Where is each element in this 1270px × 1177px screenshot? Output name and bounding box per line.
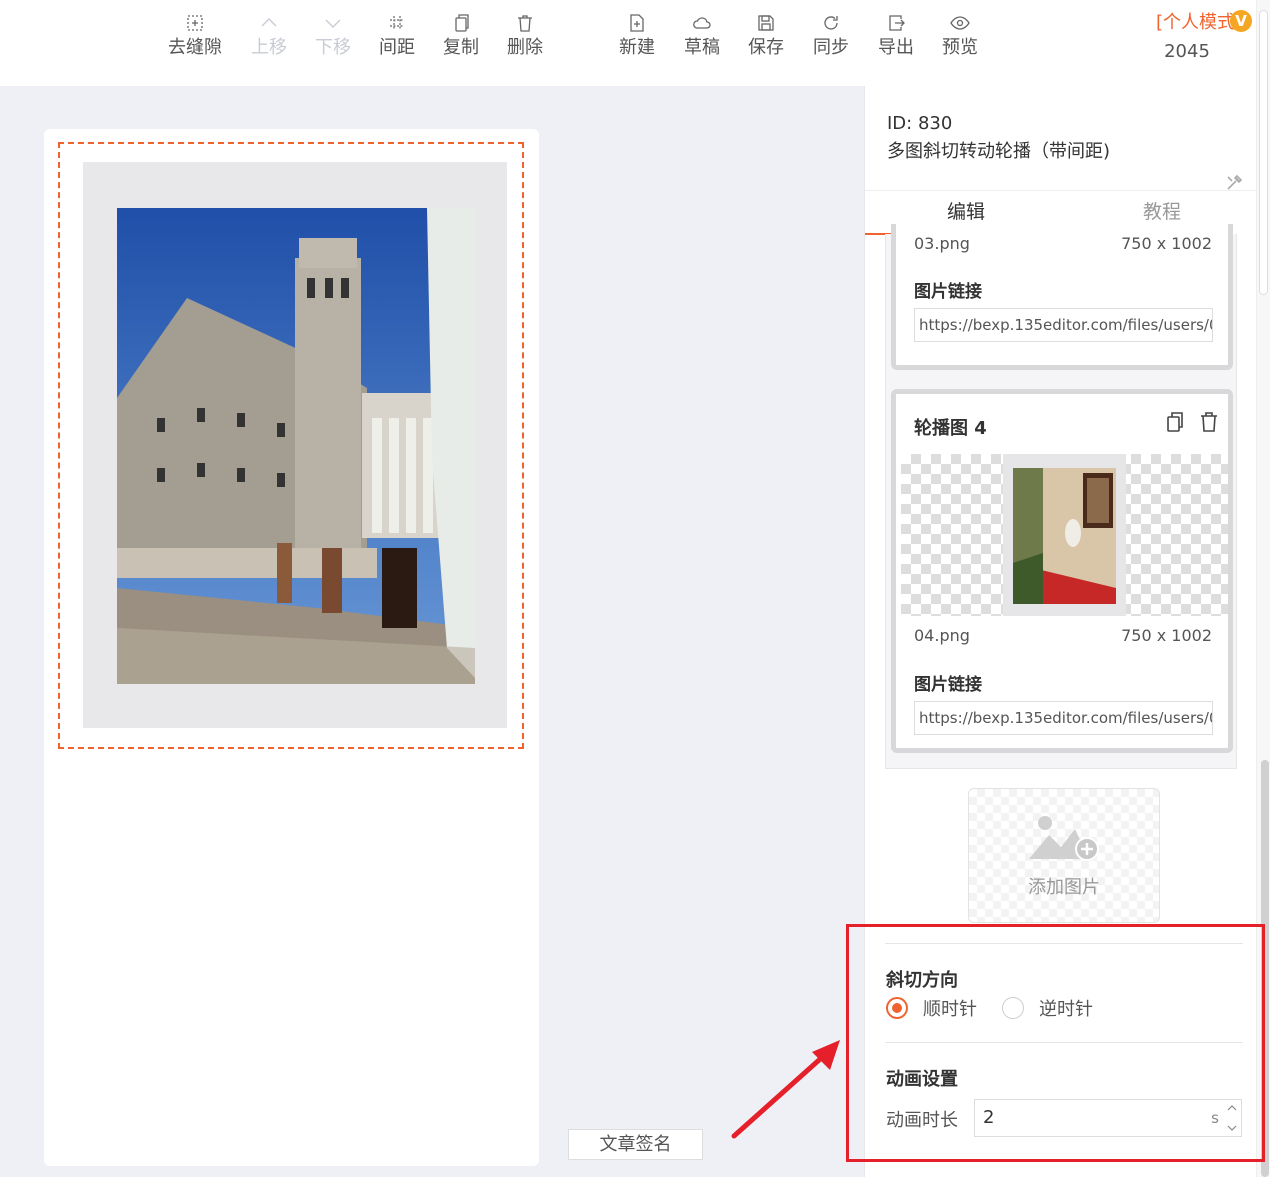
copy-icon	[455, 14, 469, 32]
annotation-highlight-box	[846, 924, 1265, 1162]
draft-button[interactable]: 草稿	[670, 10, 734, 70]
sync-label: 同步	[813, 37, 849, 58]
personal-mode-label: [个人模式]	[1155, 12, 1242, 33]
card-4-title: 轮播图 4	[914, 418, 987, 439]
eye-icon	[950, 16, 970, 30]
card-4-size: 750 x 1002	[1121, 626, 1212, 645]
move-down-button[interactable]: 下移	[301, 10, 365, 70]
usage-count: 2045	[1164, 41, 1210, 62]
export-button[interactable]: 导出	[864, 10, 928, 70]
refresh-icon	[824, 16, 838, 30]
card-3-filename: 03.png	[914, 234, 970, 253]
trash-icon	[518, 15, 532, 32]
delete-label: 删除	[507, 37, 543, 58]
dotted-square-icon	[187, 15, 203, 31]
move-up-button[interactable]: 上移	[237, 10, 301, 70]
copy-label: 复制	[443, 37, 479, 58]
new-button[interactable]: 新建	[605, 10, 669, 70]
export-icon	[889, 15, 905, 31]
card-4-thumbnail-image	[1013, 468, 1116, 604]
chevron-up-icon	[261, 18, 277, 27]
export-label: 导出	[878, 37, 914, 58]
card-3-link-input[interactable]: https://bexp.135editor.com/files/users/0…	[914, 308, 1213, 342]
personal-mode-switch[interactable]: [个人模式] V 2045	[1132, 10, 1252, 64]
delete-button[interactable]: 删除	[493, 10, 557, 70]
card-4-filename: 04.png	[914, 626, 970, 645]
add-image-icon	[1029, 816, 1099, 861]
draft-label: 草稿	[684, 37, 720, 58]
top-toolbar: 去缝隙 上移 下移 间距 复制 删除 新建 草稿 保存 同步 导出 预览 [个人…	[0, 0, 1270, 86]
new-file-icon	[630, 14, 644, 32]
cloud-icon	[693, 17, 711, 29]
carousel-card-4: 轮播图 4 04.png 750 x 1002 图片链接 https://bex…	[891, 389, 1233, 753]
save-icon	[758, 15, 774, 31]
card-4-thumbnail[interactable]	[1003, 454, 1126, 616]
card-4-thumbnail-strip	[901, 454, 1228, 616]
add-image-label: 添加图片	[1028, 877, 1100, 898]
copy-icon[interactable]	[1164, 411, 1186, 433]
panel-scroll-thumb[interactable]	[1259, 10, 1268, 295]
carousel-image-list: 03.png 750 x 1002 图片链接 https://bexp.135e…	[885, 224, 1237, 769]
vip-badge-icon: V	[1230, 10, 1252, 32]
annotation-arrow-icon	[731, 1040, 840, 1139]
remove-gap-button[interactable]: 去缝隙	[163, 10, 227, 70]
remove-gap-label: 去缝隙	[168, 37, 222, 58]
selected-component-outline	[58, 142, 524, 749]
copy-button[interactable]: 复制	[429, 10, 493, 70]
preview-label: 预览	[942, 37, 978, 58]
card-4-link-input[interactable]: https://bexp.135editor.com/files/users/0…	[914, 701, 1213, 735]
new-label: 新建	[619, 37, 655, 58]
chevron-down-icon	[325, 19, 341, 28]
move-up-label: 上移	[251, 37, 287, 58]
save-button[interactable]: 保存	[734, 10, 798, 70]
add-image-button[interactable]: 添加图片	[968, 788, 1160, 923]
card-3-size: 750 x 1002	[1121, 234, 1212, 253]
preview-button[interactable]: 预览	[928, 10, 992, 70]
sync-button[interactable]: 同步	[799, 10, 863, 70]
card-3-link-label: 图片链接	[914, 282, 982, 302]
card-4-link-label: 图片链接	[914, 675, 982, 695]
carousel-card-3: 03.png 750 x 1002 图片链接 https://bexp.135e…	[891, 224, 1233, 370]
article-signature-button[interactable]: 文章签名	[568, 1129, 703, 1160]
save-label: 保存	[748, 37, 784, 58]
spacing-button[interactable]: 间距	[365, 10, 429, 70]
spacing-grid-icon	[390, 16, 404, 30]
move-down-label: 下移	[315, 37, 351, 58]
spacing-label: 间距	[379, 37, 415, 58]
component-name: 多图斜切转动轮播（带间距)	[887, 141, 1111, 162]
trash-icon[interactable]	[1198, 411, 1220, 433]
component-id: ID: 830	[887, 113, 953, 134]
